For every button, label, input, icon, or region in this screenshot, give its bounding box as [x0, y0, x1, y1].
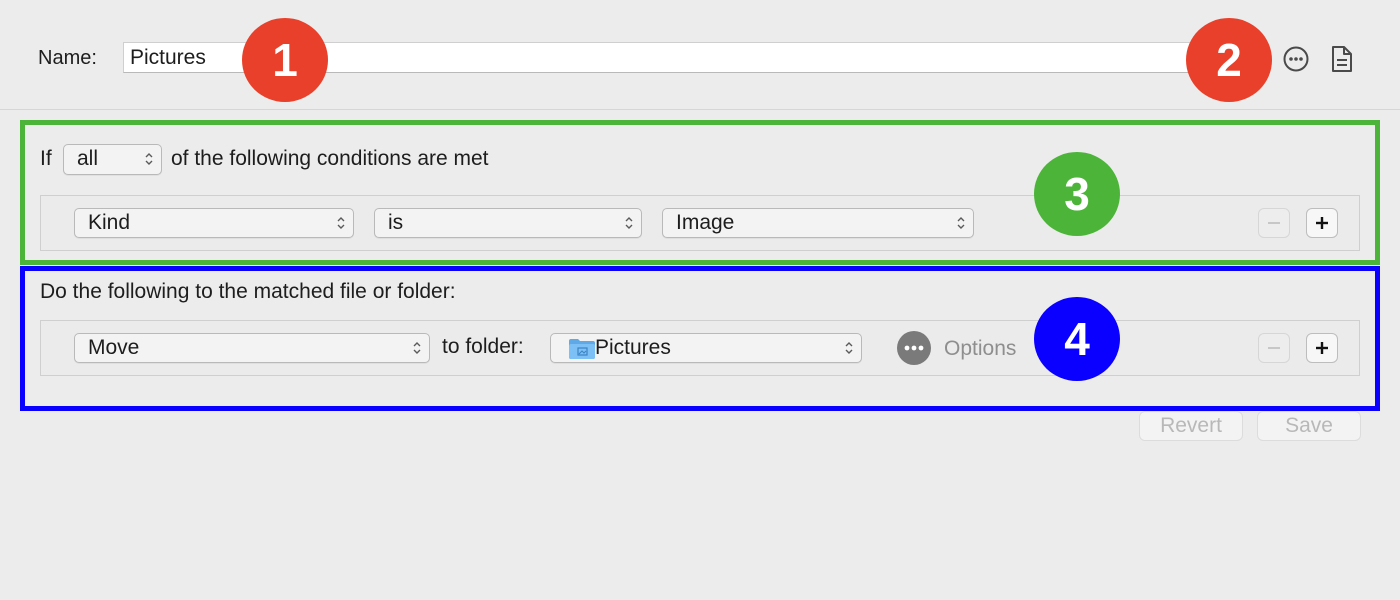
remove-action-button[interactable] [1258, 333, 1290, 363]
action-select[interactable]: Move [74, 333, 430, 363]
callout-2: 2 [1186, 18, 1272, 102]
name-label: Name: [38, 47, 97, 69]
pictures-folder-icon [569, 339, 595, 359]
options-label[interactable]: Options [944, 337, 1016, 361]
updown-chevron-icon [413, 342, 421, 354]
updown-chevron-icon [337, 217, 345, 229]
value-select-value: Image [676, 211, 735, 234]
value-select[interactable]: Image [662, 208, 974, 238]
options-ellipsis-icon[interactable] [896, 330, 932, 366]
updown-chevron-icon [845, 342, 853, 354]
to-folder-label: to folder: [442, 335, 524, 358]
folder-select[interactable]: Pictures [550, 333, 862, 363]
folder-select-value: Pictures [595, 336, 671, 359]
updown-chevron-icon [957, 217, 965, 229]
updown-chevron-icon [625, 217, 633, 229]
ellipsis-circle-icon[interactable] [1282, 45, 1310, 73]
minus-icon [1268, 222, 1280, 224]
action-select-value: Move [88, 336, 140, 359]
minus-icon [1268, 347, 1280, 349]
add-condition-button[interactable] [1306, 208, 1338, 238]
match-select-value: all [77, 147, 99, 170]
document-icon[interactable] [1328, 45, 1356, 73]
callout-4: 4 [1034, 297, 1120, 381]
add-action-button[interactable] [1306, 333, 1338, 363]
conditions-prefix: If [40, 147, 52, 170]
match-select[interactable]: all [63, 144, 162, 175]
attribute-select-value: Kind [88, 211, 131, 234]
save-button[interactable]: Save [1257, 411, 1361, 441]
updown-chevron-icon [145, 153, 153, 165]
conditions-suffix: of the following conditions are met [171, 147, 489, 170]
operator-select[interactable]: is [374, 208, 642, 238]
callout-3: 3 [1034, 152, 1120, 236]
attribute-select[interactable]: Kind [74, 208, 354, 238]
actions-header: Do the following to the matched file or … [40, 280, 456, 303]
plus-icon [1316, 342, 1328, 354]
remove-condition-button[interactable] [1258, 208, 1290, 238]
plus-icon [1316, 217, 1328, 229]
operator-select-value: is [388, 211, 404, 234]
revert-button[interactable]: Revert [1139, 411, 1243, 441]
callout-1: 1 [242, 18, 328, 102]
